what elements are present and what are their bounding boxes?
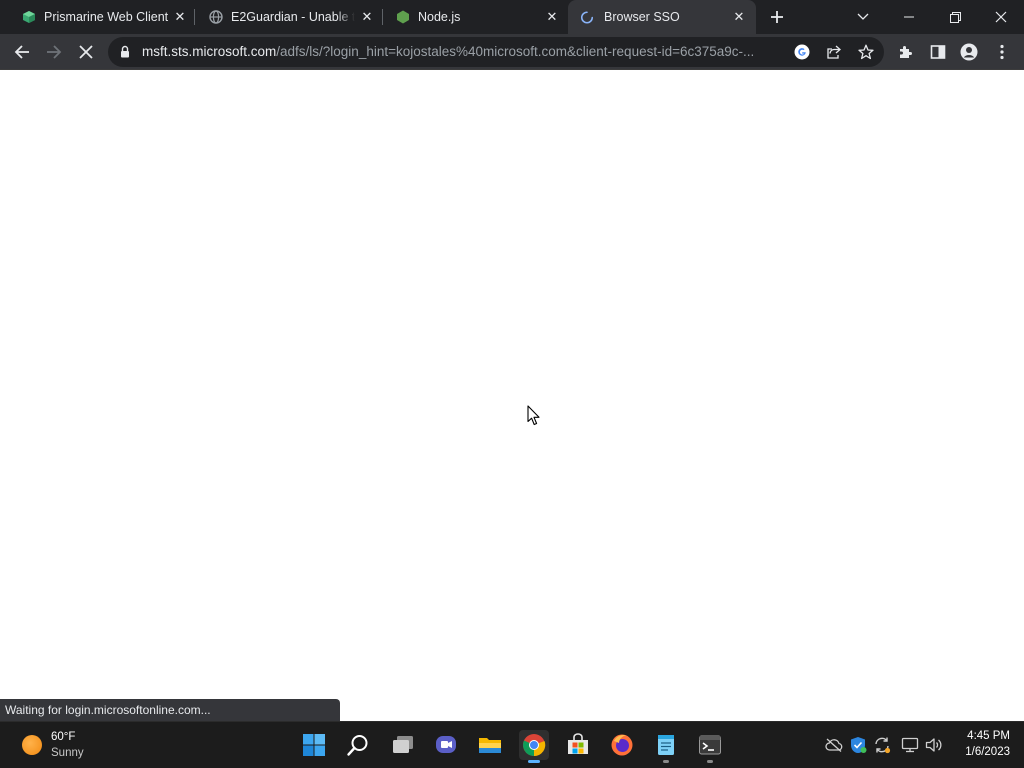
extensions-puzzle-icon[interactable] xyxy=(895,41,917,63)
weather-temperature: 60°F xyxy=(51,731,76,743)
tab-close-icon[interactable]: ✕ xyxy=(172,9,188,25)
notepad-icon[interactable] xyxy=(651,730,681,760)
task-view-icon[interactable] xyxy=(388,730,418,760)
mouse-pointer-icon xyxy=(527,405,540,431)
clock-date: 1/6/2023 xyxy=(965,746,1010,758)
tab-title: Browser SSO xyxy=(604,10,680,24)
microsoft-store-icon[interactable] xyxy=(563,730,593,760)
clock-time: 4:45 PM xyxy=(967,730,1010,742)
network-icon[interactable] xyxy=(900,735,920,755)
bookmark-star-icon[interactable] xyxy=(858,44,874,60)
tab-title: Prismarine Web Client xyxy=(44,10,168,24)
tab-close-icon[interactable]: ✕ xyxy=(359,9,375,25)
loading-spinner-icon xyxy=(580,10,594,24)
tab-strip: Prismarine Web Client ✕ E2Guardian - Una… xyxy=(0,0,1024,34)
tab-close-icon[interactable]: ✕ xyxy=(731,9,747,25)
forward-arrow-icon[interactable] xyxy=(43,41,65,63)
tab-browser-sso[interactable]: Browser SSO ✕ xyxy=(568,0,756,34)
onedrive-offline-icon[interactable] xyxy=(824,735,844,755)
back-arrow-icon[interactable] xyxy=(11,41,33,63)
terminal-running-indicator xyxy=(707,760,713,763)
tab-e2guardian[interactable]: E2Guardian - Unable to ✕ xyxy=(187,0,379,34)
weather-description: Sunny xyxy=(51,747,84,759)
menu-kebab-icon[interactable] xyxy=(991,41,1013,63)
sun-weather-icon xyxy=(22,735,42,755)
new-tab-plus-icon[interactable] xyxy=(768,8,786,26)
tab-search-chevron-down-icon[interactable] xyxy=(852,6,874,28)
teams-chat-icon[interactable] xyxy=(431,730,461,760)
page-content xyxy=(0,71,1024,699)
share-icon[interactable] xyxy=(826,44,842,60)
chrome-icon[interactable] xyxy=(519,730,549,760)
chrome-active-indicator xyxy=(528,760,540,763)
globe-icon xyxy=(209,10,223,24)
tab-nodejs[interactable]: Node.js ✕ xyxy=(374,0,566,34)
tab-close-icon[interactable]: ✕ xyxy=(544,9,560,25)
terminal-icon[interactable] xyxy=(695,730,725,760)
restore-icon[interactable] xyxy=(944,6,966,28)
tab-title: Node.js xyxy=(418,10,461,24)
address-bar[interactable]: msft.sts.microsoft.com/adfs/ls/?login_hi… xyxy=(108,37,884,67)
sync-icon[interactable] xyxy=(872,735,892,755)
url-path: /adfs/ls/?login_hint=kojostales%40micros… xyxy=(276,44,755,59)
volume-icon[interactable] xyxy=(924,735,944,755)
close-window-icon[interactable] xyxy=(990,6,1012,28)
profile-avatar-icon[interactable] xyxy=(958,41,980,63)
google-lens-icon[interactable] xyxy=(794,44,810,60)
nodejs-hexagon-icon xyxy=(396,10,410,24)
lock-icon[interactable] xyxy=(120,45,130,63)
url-text[interactable]: msft.sts.microsoft.com/adfs/ls/?login_hi… xyxy=(142,44,784,60)
url-host: msft.sts.microsoft.com xyxy=(142,44,277,59)
tab-title: E2Guardian - Unable to xyxy=(231,10,355,24)
search-icon[interactable] xyxy=(343,730,373,760)
status-bubble: Waiting for login.microsoftonline.com... xyxy=(0,699,340,721)
windows-start-icon[interactable] xyxy=(299,730,329,760)
cube-icon xyxy=(22,10,36,24)
side-panel-icon[interactable] xyxy=(927,41,949,63)
tab-prismarine[interactable]: Prismarine Web Client ✕ xyxy=(0,0,192,34)
browser-toolbar: msft.sts.microsoft.com/adfs/ls/?login_hi… xyxy=(0,34,1024,70)
file-explorer-icon[interactable] xyxy=(475,730,505,760)
minimize-icon[interactable] xyxy=(898,6,920,28)
taskbar: 60°F Sunny 4:45 PM 1/6/2023 xyxy=(0,721,1024,768)
firefox-icon[interactable] xyxy=(607,730,637,760)
notepad-running-indicator xyxy=(663,760,669,763)
security-shield-icon[interactable] xyxy=(848,735,868,755)
stop-loading-icon[interactable] xyxy=(75,41,97,63)
